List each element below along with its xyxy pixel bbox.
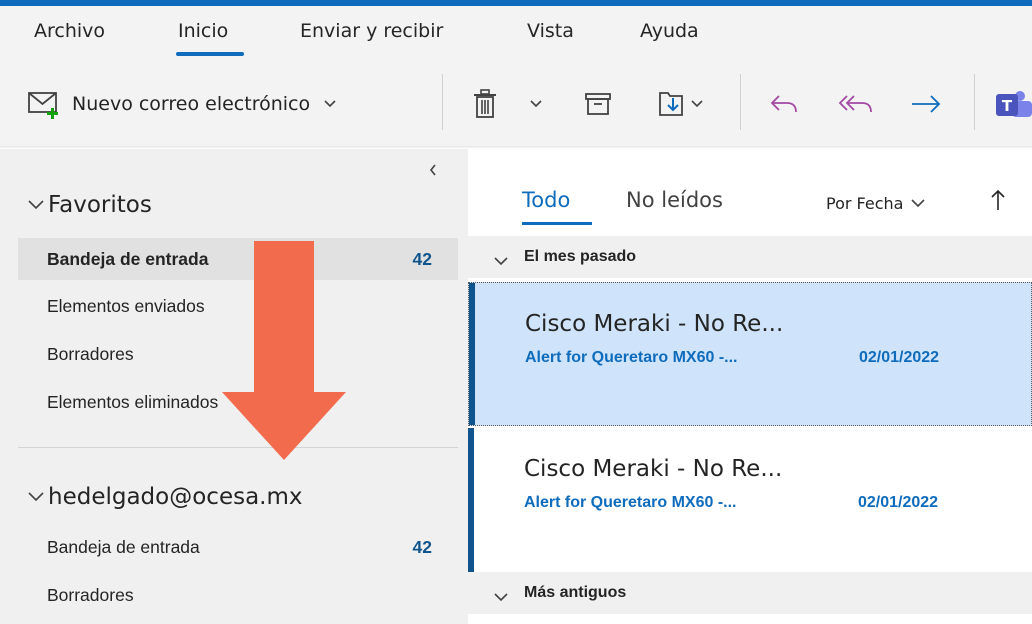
unread-indicator (469, 283, 475, 425)
group-label: El mes pasado (524, 248, 637, 265)
ribbon-toolbar: Nuevo correo electrónico T (0, 60, 1032, 146)
account-email: hedelgado@ocesa.mx (48, 484, 303, 510)
collapse-pane-button[interactable] (428, 162, 438, 181)
chevron-down-icon (911, 199, 926, 208)
group-header-last-month[interactable]: El mes pasado (468, 236, 1032, 278)
menu-inicio[interactable]: Inicio (178, 20, 228, 42)
teams-icon: T (992, 88, 1032, 120)
folder-label: Bandeja de entrada (47, 248, 209, 269)
teams-share-button[interactable]: T (992, 86, 1032, 122)
sort-direction-button[interactable] (990, 188, 1006, 216)
chevron-left-icon (428, 163, 438, 177)
message-date: 02/01/2022 (859, 349, 940, 366)
menu-vista[interactable]: Vista (527, 20, 574, 42)
favorites-sent[interactable]: Elementos enviados (18, 285, 458, 327)
favorites-inbox[interactable]: Bandeja de entrada 42 (18, 238, 458, 280)
sort-label: Por Fecha (826, 194, 904, 213)
folder-label: Borradores (47, 343, 134, 364)
menu-bar: Archivo Inicio Enviar y recibir Vista Ay… (0, 6, 1032, 60)
chevron-down-icon (28, 200, 48, 210)
sort-dropdown[interactable]: Por Fecha (826, 194, 926, 213)
move-to-button[interactable] (640, 86, 720, 122)
delete-button[interactable] (466, 86, 504, 122)
delete-options-chevron[interactable] (526, 94, 546, 114)
forward-arrow-icon (909, 92, 943, 116)
new-mail-icon (26, 88, 62, 120)
chevron-down-icon (530, 100, 542, 108)
ribbon-separator (442, 74, 443, 130)
ribbon-separator (974, 74, 975, 130)
favorites-deleted[interactable]: Elementos eliminados (18, 381, 458, 423)
arrow-up-icon (990, 188, 1006, 212)
forward-button[interactable] (904, 86, 948, 122)
archive-button[interactable] (578, 86, 618, 122)
account-inbox[interactable]: Bandeja de entrada 42 (18, 526, 458, 568)
folder-label: Elementos eliminados (47, 391, 219, 412)
reply-button[interactable] (764, 86, 804, 122)
menu-enviar-y-recibir[interactable]: Enviar y recibir (300, 20, 443, 42)
folder-label: Borradores (47, 584, 134, 605)
ribbon-separator (740, 74, 741, 130)
message-item[interactable]: Cisco Meraki - No Re... Alert for Queret… (468, 282, 1032, 426)
account-header[interactable]: hedelgado@ocesa.mx (28, 484, 303, 510)
folder-divider (18, 447, 458, 448)
filter-active-indicator (522, 222, 592, 225)
group-label: Más antiguos (524, 584, 627, 601)
archive-icon (584, 91, 612, 117)
unread-count: 42 (412, 536, 432, 557)
message-sender: Cisco Meraki - No Re... (524, 456, 783, 482)
new-mail-label: Nuevo correo electrónico (72, 93, 311, 115)
unread-indicator (468, 428, 474, 572)
new-mail-button[interactable]: Nuevo correo electrónico (26, 86, 336, 122)
favorites-header[interactable]: Favoritos (28, 192, 152, 218)
reply-all-button[interactable] (834, 86, 878, 122)
menu-archivo[interactable]: Archivo (34, 20, 105, 42)
chevron-down-icon (691, 100, 703, 108)
message-date: 02/01/2022 (858, 494, 939, 511)
chevron-down-icon[interactable] (324, 100, 336, 108)
message-subject: Alert for Queretaro MX60 -... (524, 494, 737, 511)
active-tab-indicator (176, 52, 244, 56)
chevron-down-icon (28, 492, 48, 502)
svg-text:T: T (1002, 97, 1013, 115)
favorites-drafts[interactable]: Borradores (18, 333, 458, 375)
message-subject: Alert for Queretaro MX60 -... (525, 349, 738, 366)
unread-count: 42 (412, 248, 432, 269)
folder-label: Elementos enviados (47, 295, 205, 316)
reply-all-icon (838, 92, 874, 116)
message-sender: Cisco Meraki - No Re... (525, 311, 784, 337)
filter-unread-tab[interactable]: No leídos (626, 188, 723, 212)
message-item[interactable]: Cisco Meraki - No Re... Alert for Queret… (468, 428, 1032, 572)
reply-icon (769, 92, 799, 116)
account-drafts[interactable]: Borradores (18, 574, 458, 616)
folder-label: Bandeja de entrada (47, 536, 200, 557)
filter-all-tab[interactable]: Todo (522, 188, 570, 212)
move-to-folder-icon (657, 89, 687, 119)
group-header-older[interactable]: Más antiguos (468, 572, 1032, 614)
trash-icon (472, 89, 498, 119)
favorites-label: Favoritos (48, 192, 152, 218)
menu-ayuda[interactable]: Ayuda (640, 20, 699, 42)
